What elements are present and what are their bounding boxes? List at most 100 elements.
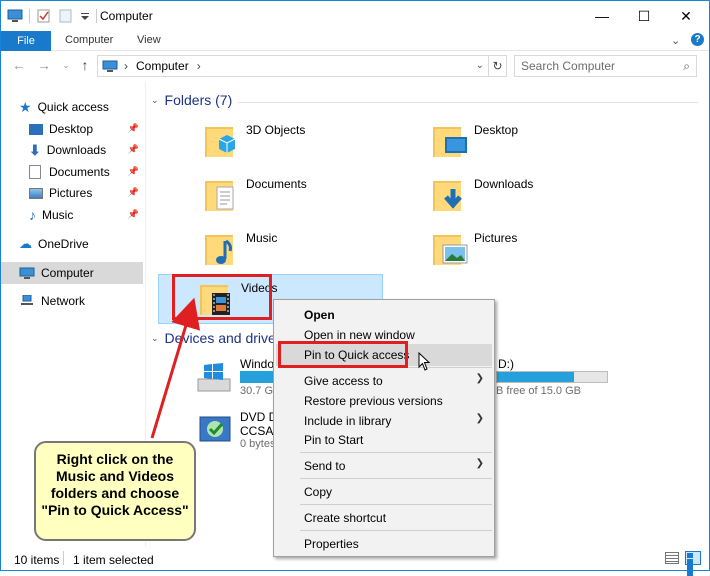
back-arrow-icon[interactable]: ← [11, 57, 27, 73]
computer-icon [19, 267, 35, 279]
title-bar: Computer — ☐ ✕ [1, 1, 709, 31]
pictures-folder-icon [429, 229, 469, 269]
refresh-icon[interactable]: ↻ [488, 56, 506, 76]
menu-item-copy[interactable]: Copy [304, 485, 332, 499]
new-folder-icon[interactable] [58, 9, 74, 23]
network-icon [19, 294, 35, 307]
folder-label: Music [246, 231, 278, 245]
minimize-button[interactable]: — [579, 1, 625, 31]
group-header-label: Folders (7) [164, 92, 233, 108]
instruction-callout: Right click on the Music and Videos fold… [34, 441, 196, 541]
menu-item-open-new-window[interactable]: Open in new window [304, 328, 415, 342]
star-icon: ★ [19, 98, 32, 115]
maximize-button[interactable]: ☐ [621, 1, 667, 31]
3d-objects-folder-icon [201, 121, 241, 161]
menu-item-open[interactable]: Open [304, 308, 335, 322]
computer-icon [7, 9, 23, 23]
menu-separator [300, 452, 492, 453]
menu-item-create-shortcut[interactable]: Create shortcut [304, 511, 386, 525]
drive-d-usage-fill [497, 372, 574, 382]
close-button[interactable]: ✕ [663, 1, 709, 31]
pin-icon: 📌 [127, 123, 139, 133]
details-view-icon[interactable] [665, 552, 679, 564]
sidebar-item-network[interactable]: Network [19, 290, 143, 312]
menu-item-include-library[interactable]: Include in library [304, 414, 391, 428]
downloads-folder-icon [429, 175, 469, 215]
folder-desktop[interactable]: Desktop [424, 117, 649, 167]
search-input[interactable]: Search Computer ⌕ [514, 55, 697, 77]
pin-icon: 📌 [127, 144, 139, 154]
address-bar-row: ← → ⌄ ↑ › Computer › ⌄ ↻ Search Computer… [1, 52, 709, 80]
properties-icon[interactable] [36, 9, 52, 23]
sidebar-item-computer[interactable]: Computer [1, 262, 143, 284]
expand-ribbon-icon[interactable]: ⌄ [671, 34, 680, 47]
collapse-chevron-icon[interactable]: ⌄ [151, 95, 159, 106]
sidebar-item-onedrive[interactable]: ☁ OneDrive [19, 233, 143, 255]
sidebar-item-music[interactable]: ♪ Music 📌 [29, 204, 143, 226]
folder-label: Pictures [474, 231, 518, 245]
folder-label: Documents [246, 177, 307, 191]
devices-group-header[interactable]: ⌄ Devices and drives [151, 330, 283, 346]
sidebar-item-documents[interactable]: Documents 📌 [29, 161, 143, 183]
pictures-icon [29, 187, 43, 199]
ribbon: File Computer View ⌄ ? [1, 31, 709, 51]
sidebar-item-label: Pictures [49, 186, 93, 200]
recent-locations-icon[interactable]: ⌄ [58, 57, 74, 73]
menu-item-send-to[interactable]: Send to [304, 459, 345, 473]
breadcrumb-computer[interactable]: Computer [136, 59, 189, 73]
large-icons-view-icon[interactable] [685, 551, 701, 576]
sidebar-item-desktop[interactable]: Desktop 📌 [29, 118, 143, 140]
desktop-icon [29, 123, 43, 135]
folder-music[interactable]: Music [196, 225, 421, 275]
help-icon[interactable]: ? [691, 33, 704, 46]
up-arrow-icon[interactable]: ↑ [77, 57, 93, 73]
sidebar-item-label: Music [42, 208, 74, 222]
music-note-icon: ♪ [29, 207, 36, 223]
sidebar-item-label: Downloads [46, 143, 107, 157]
address-dropdown-icon[interactable]: ⌄ [476, 60, 484, 71]
folder-downloads[interactable]: Downloads [424, 171, 649, 221]
sidebar-item-pictures[interactable]: Pictures 📌 [29, 182, 143, 204]
context-menu: Open Open in new window Pin to Quick acc… [273, 299, 495, 557]
group-divider [238, 102, 698, 103]
breadcrumb-chevron-icon: › [196, 59, 201, 73]
folder-label: 3D Objects [246, 123, 306, 137]
highlight-box-videos [172, 274, 272, 320]
sidebar-item-downloads[interactable]: ⬇ Downloads 📌 [29, 139, 143, 161]
breadcrumb-chevron-icon: › [124, 59, 128, 73]
download-arrow-icon: ⬇ [29, 141, 41, 158]
menu-item-restore-versions[interactable]: Restore previous versions [304, 394, 443, 408]
group-header-label: Devices and drives [164, 330, 283, 346]
folder-pictures[interactable]: Pictures [424, 225, 649, 275]
highlight-box-pin-quick-access [278, 341, 408, 368]
tab-computer[interactable]: Computer [65, 34, 113, 46]
selection-count: 1 item selected [73, 553, 154, 567]
search-icon[interactable]: ⌕ [683, 59, 690, 74]
menu-item-pin-start[interactable]: Pin to Start [304, 433, 363, 447]
status-divider [63, 551, 64, 565]
tab-view[interactable]: View [137, 34, 161, 46]
sidebar-item-label: Desktop [49, 122, 94, 136]
pin-icon: 📌 [127, 187, 139, 197]
collapse-chevron-icon[interactable]: ⌄ [151, 333, 159, 344]
cloud-icon: ☁ [19, 236, 32, 251]
customize-toolbar-icon[interactable] [80, 9, 90, 23]
menu-item-properties[interactable]: Properties [304, 537, 359, 551]
submenu-arrow-icon: ❯ [475, 413, 484, 424]
windows-drive-icon [196, 361, 236, 397]
forward-arrow-icon[interactable]: → [36, 57, 52, 73]
tab-file[interactable]: File [1, 31, 51, 51]
folder-documents[interactable]: Documents [196, 171, 421, 221]
folder-3d-objects[interactable]: 3D Objects [196, 117, 421, 167]
documents-folder-icon [201, 175, 241, 215]
folders-group-header[interactable]: ⌄ Folders (7) [151, 92, 232, 108]
sidebar-item-quick-access[interactable]: ★ Quick access [19, 96, 161, 118]
item-count: 10 items [14, 553, 60, 567]
address-field[interactable]: › Computer › ⌄ ↻ [97, 55, 507, 77]
sidebar-item-label: Quick access [37, 100, 109, 114]
menu-item-give-access[interactable]: Give access to [304, 374, 383, 388]
menu-separator [300, 530, 492, 531]
sidebar-item-label: OneDrive [38, 237, 89, 251]
submenu-arrow-icon: ❯ [475, 373, 484, 384]
document-icon [29, 165, 41, 179]
